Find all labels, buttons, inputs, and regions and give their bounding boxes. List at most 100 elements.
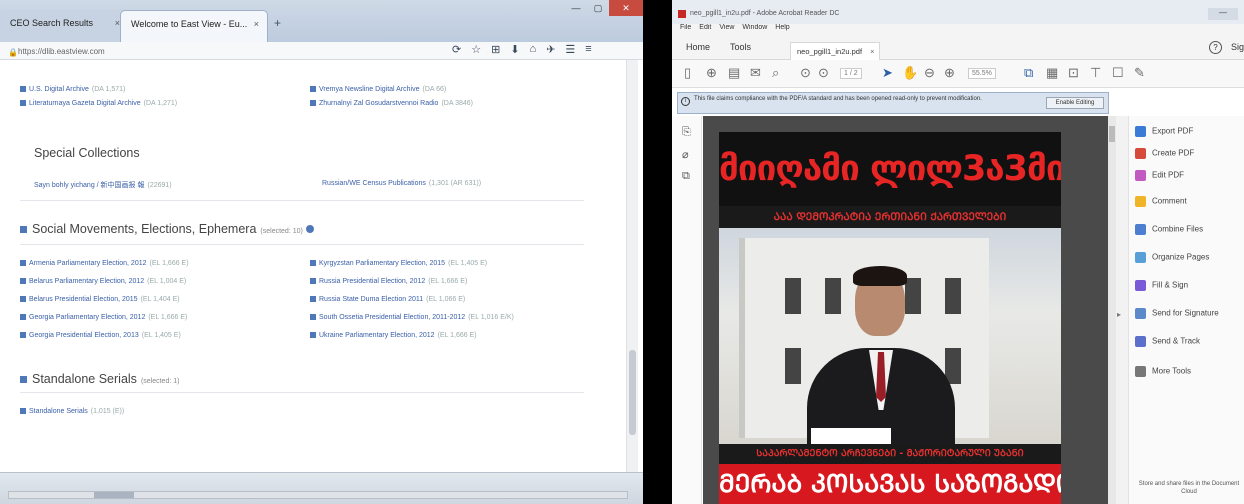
tab-search-results[interactable]: CEO Search Results × — [0, 10, 128, 42]
full-screen-icon[interactable]: ⊡ — [1068, 66, 1079, 80]
zoom-field[interactable]: 55.5% — [968, 68, 996, 79]
highlight-icon[interactable]: ⊤ — [1090, 66, 1101, 80]
menu-window[interactable]: Window — [742, 24, 767, 36]
scrollbar-thumb[interactable] — [94, 492, 134, 498]
scroll-mode-icon[interactable]: ▦ — [1046, 66, 1058, 80]
list-item[interactable]: Armenia Parliamentary Election, 2012 (EL … — [20, 260, 189, 267]
layers-icon[interactable]: ⧉ — [682, 170, 690, 183]
checkbox-icon[interactable] — [310, 260, 316, 267]
menu-help[interactable]: Help — [775, 24, 789, 36]
scrollbar-thumb[interactable] — [1109, 126, 1115, 142]
list-item[interactable]: Sayn bohly yichang / 新中国画报 報 (22691) — [34, 180, 172, 190]
list-item[interactable]: U.S. Digital Archive (DA 1,571) — [20, 86, 125, 93]
checkbox-icon[interactable] — [20, 376, 27, 383]
section-title-serials[interactable]: Standalone Serials (selected: 1) — [20, 372, 179, 386]
list-item[interactable]: Ukraine Parliamentary Election, 2012 (EL … — [310, 332, 477, 339]
checkbox-icon[interactable] — [310, 100, 316, 107]
sign-in-link[interactable]: Sig — [1231, 42, 1244, 52]
checkbox-icon[interactable] — [20, 226, 27, 233]
bookmark-star-icon[interactable]: ☆ — [471, 43, 481, 56]
attachment-icon[interactable]: ⌀ — [682, 148, 689, 161]
search-icon[interactable]: ⌕ — [772, 66, 779, 80]
comment-icon[interactable]: ☐ — [1112, 66, 1124, 80]
close-tab-icon[interactable]: × — [254, 19, 259, 29]
maximize-button[interactable]: ▢ — [587, 0, 609, 16]
menu-icon[interactable]: ≡ — [585, 43, 591, 56]
tool-fill-sign[interactable]: Fill & Sign — [1135, 280, 1188, 291]
tab-home[interactable]: Home — [686, 42, 710, 52]
list-item[interactable]: Russian/WE Census Publications (1,301 (AR… — [322, 180, 481, 187]
zoom-in-icon[interactable]: ⊕ — [944, 66, 955, 80]
page-number-field[interactable]: 1 / 2 — [840, 68, 862, 79]
list-item[interactable]: Georgia Presidential Election, 2013 (EL 1… — [20, 332, 181, 339]
library-icon[interactable]: ⊞ — [491, 43, 500, 56]
list-item[interactable]: Literaturnaya Gazeta Digital Archive (DA … — [20, 100, 177, 107]
checkbox-icon[interactable] — [310, 314, 316, 321]
checkbox-icon[interactable] — [310, 332, 316, 339]
email-icon[interactable]: ✉ — [750, 66, 761, 80]
checkbox-icon[interactable] — [310, 278, 316, 285]
tool-send-for-signature[interactable]: Send for Signature — [1135, 308, 1219, 319]
document-scrollbar[interactable] — [1108, 116, 1116, 504]
tool-combine-files[interactable]: Combine Files — [1135, 224, 1203, 235]
zoom-out-icon[interactable]: ⊖ — [924, 66, 935, 80]
list-item[interactable]: Belarus Presidential Election, 2015 (EL 1… — [20, 296, 180, 303]
save-icon[interactable]: ▯ — [684, 66, 691, 80]
download-icon[interactable]: ⬇ — [510, 43, 519, 56]
fit-page-icon[interactable]: ⧉ — [1024, 66, 1033, 80]
checkbox-icon[interactable] — [20, 314, 26, 321]
section-title-social[interactable]: Social Movements, Elections, Ephemera (se… — [20, 222, 314, 236]
tool-send-track[interactable]: Send & Track — [1135, 336, 1200, 347]
list-item[interactable]: Russia State Duma Election 2011 (EL 1,066… — [310, 296, 465, 303]
close-tab-icon[interactable]: × — [870, 47, 874, 56]
tool-create-pdf[interactable]: Create PDF — [1135, 148, 1194, 159]
list-item[interactable]: Zhurnalnyi Zal Gosudarstvennoi Radio (DA … — [310, 100, 473, 107]
checkbox-icon[interactable] — [310, 86, 316, 93]
list-item[interactable]: Kyrgyzstan Parliamentary Election, 2015(… — [310, 260, 487, 267]
pane-collapse-handle[interactable]: ▸ — [1116, 116, 1128, 504]
list-item[interactable]: South Ossetia Presidential Election, 201… — [310, 314, 514, 321]
help-icon[interactable] — [305, 225, 314, 233]
new-tab-button[interactable]: + — [274, 17, 286, 29]
tool-edit-pdf[interactable]: Edit PDF — [1135, 170, 1184, 181]
list-item[interactable]: Russia Presidential Election, 2012 (EL 1,… — [310, 278, 467, 285]
horizontal-scrollbar[interactable] — [8, 491, 628, 499]
menu-edit[interactable]: Edit — [699, 24, 711, 36]
pen-icon[interactable]: ✎ — [1134, 66, 1145, 80]
vertical-scrollbar[interactable] — [626, 60, 638, 472]
page-up-icon[interactable]: ⊙ — [800, 66, 811, 80]
checkbox-icon[interactable] — [20, 296, 26, 303]
tool-comment[interactable]: Comment — [1135, 196, 1187, 207]
scrollbar-thumb[interactable] — [629, 350, 636, 435]
print-icon[interactable]: ▤ — [728, 66, 740, 80]
select-tool-icon[interactable]: ➤ — [882, 66, 893, 80]
checkbox-icon[interactable] — [20, 100, 26, 107]
document-area[interactable]: მიიღამი ლილ3ა3მიღი ᲐᲐᲐ ᲓᲔᲛᲝᲙᲠᲐᲢᲘᲐ ᲔᲠᲗᲘᲐᲜ… — [703, 116, 1113, 504]
list-item[interactable]: Georgia Parliamentary Election, 2012 (EL … — [20, 314, 187, 321]
checkbox-icon[interactable] — [20, 278, 26, 285]
tab-tools[interactable]: Tools — [730, 42, 751, 52]
checkbox-icon[interactable] — [310, 296, 316, 303]
menu-view[interactable]: View — [719, 24, 734, 36]
list-item[interactable]: Belarus Parliamentary Election, 2012 (EL … — [20, 278, 186, 285]
hand-tool-icon[interactable]: ✋ — [902, 66, 918, 80]
reload-icon[interactable]: ⟳ — [452, 43, 461, 56]
send-icon[interactable]: ✈ — [546, 43, 555, 56]
close-button[interactable]: ✕ — [609, 0, 643, 16]
tool-more-tools[interactable]: More Tools — [1135, 366, 1191, 377]
help-icon[interactable]: ? — [1209, 41, 1222, 54]
minimize-button[interactable]: — — [565, 0, 587, 16]
page-down-icon[interactable]: ⊙ — [818, 66, 829, 80]
tool-organize-pages[interactable]: Organize Pages — [1135, 252, 1209, 263]
page-thumbnails-icon[interactable]: ⎘ — [682, 126, 691, 139]
menu-file[interactable]: File — [680, 24, 691, 36]
checkbox-icon[interactable] — [20, 260, 26, 267]
list-item[interactable]: Standalone Serials (1,015 (E)) — [20, 408, 124, 415]
checkbox-icon[interactable] — [20, 332, 26, 339]
address-bar[interactable]: 🔒 https://dlib.eastview.com — [8, 45, 478, 58]
upload-icon[interactable]: ⊕ — [706, 66, 717, 80]
tab-document[interactable]: neo_pgill1_in2u.pdf × — [790, 42, 880, 60]
checkbox-icon[interactable] — [20, 86, 26, 93]
tab-east-view[interactable]: Welcome to East View - Eu... × — [120, 10, 268, 42]
minimize-button[interactable]: — — [1208, 8, 1238, 20]
